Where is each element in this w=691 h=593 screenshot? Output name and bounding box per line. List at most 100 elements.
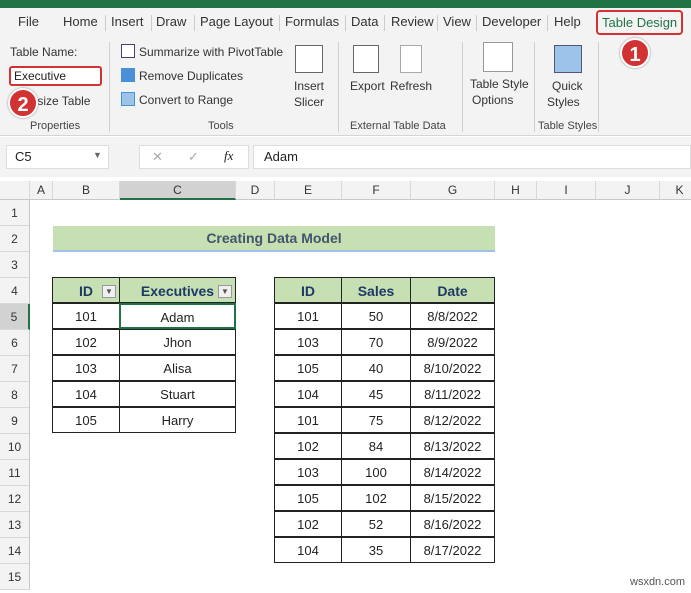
table1-cell[interactable]: 103 bbox=[52, 355, 120, 381]
tab-file[interactable]: File bbox=[18, 14, 39, 29]
table1-cell[interactable]: 101 bbox=[52, 303, 120, 329]
select-all[interactable] bbox=[0, 181, 30, 200]
table2-cell[interactable]: 105 bbox=[274, 355, 342, 381]
table2-cell[interactable]: 104 bbox=[274, 537, 342, 563]
summarize-pivot-button[interactable]: Summarize with PivotTable bbox=[139, 45, 283, 59]
table2-cell[interactable]: 8/9/2022 bbox=[410, 329, 495, 355]
quick-styles-label2[interactable]: Styles bbox=[547, 95, 580, 109]
row-header-10[interactable]: 10 bbox=[0, 434, 30, 460]
filter-dropdown-icon[interactable]: ▼ bbox=[102, 285, 116, 298]
remove-duplicates-button[interactable]: Remove Duplicates bbox=[139, 69, 243, 83]
table2-header[interactable]: Sales bbox=[341, 277, 411, 303]
column-header-d[interactable]: D bbox=[236, 181, 275, 200]
column-header-a[interactable]: A bbox=[30, 181, 53, 200]
tab-formulas[interactable]: Formulas bbox=[285, 14, 339, 29]
table2-cell[interactable]: 103 bbox=[274, 329, 342, 355]
table2-cell[interactable]: 8/15/2022 bbox=[410, 485, 495, 511]
table1-cell[interactable]: Adam bbox=[119, 303, 236, 329]
table2-cell[interactable]: 101 bbox=[274, 303, 342, 329]
table1-cell[interactable]: Jhon bbox=[119, 329, 236, 355]
row-header-2[interactable]: 2 bbox=[0, 226, 30, 252]
table1-cell[interactable]: 102 bbox=[52, 329, 120, 355]
table2-cell[interactable]: 75 bbox=[341, 407, 411, 433]
table2-cell[interactable]: 84 bbox=[341, 433, 411, 459]
column-header-f[interactable]: F bbox=[342, 181, 411, 200]
table2-cell[interactable]: 105 bbox=[274, 485, 342, 511]
row-header-15[interactable]: 15 bbox=[0, 564, 30, 590]
table2-cell[interactable]: 101 bbox=[274, 407, 342, 433]
table2-cell[interactable]: 8/14/2022 bbox=[410, 459, 495, 485]
cancel-icon[interactable]: ✕ bbox=[152, 149, 163, 165]
table1-cell[interactable]: 104 bbox=[52, 381, 120, 407]
tab-home[interactable]: Home bbox=[63, 14, 98, 29]
table1-cell[interactable]: Alisa bbox=[119, 355, 236, 381]
filter-dropdown-icon[interactable]: ▼ bbox=[218, 285, 232, 298]
refresh-button[interactable]: Refresh bbox=[390, 79, 432, 93]
table2-cell[interactable]: 102 bbox=[341, 485, 411, 511]
column-header-i[interactable]: I bbox=[537, 181, 596, 200]
table2-header[interactable]: ID bbox=[274, 277, 342, 303]
row-header-9[interactable]: 9 bbox=[0, 408, 30, 434]
row-header-3[interactable]: 3 bbox=[0, 252, 30, 278]
column-header-e[interactable]: E bbox=[275, 181, 342, 200]
column-header-h[interactable]: H bbox=[495, 181, 537, 200]
table2-cell[interactable]: 104 bbox=[274, 381, 342, 407]
table-style-options-label2[interactable]: Options bbox=[472, 93, 513, 107]
table2-header[interactable]: Date bbox=[410, 277, 495, 303]
tab-page-layout[interactable]: Page Layout bbox=[200, 14, 273, 29]
column-header-b[interactable]: B bbox=[53, 181, 120, 200]
tab-view[interactable]: View bbox=[443, 14, 471, 29]
table2-cell[interactable]: 52 bbox=[341, 511, 411, 537]
tab-insert[interactable]: Insert bbox=[111, 14, 144, 29]
table2-cell[interactable]: 100 bbox=[341, 459, 411, 485]
table1-header[interactable]: ID▼ bbox=[52, 277, 120, 303]
table1-header[interactable]: Executives▼ bbox=[119, 277, 236, 303]
table2-cell[interactable]: 40 bbox=[341, 355, 411, 381]
insert-slicer-label2[interactable]: Slicer bbox=[294, 95, 324, 109]
tab-review[interactable]: Review bbox=[391, 14, 434, 29]
table-style-options-label1[interactable]: Table Style bbox=[470, 77, 529, 91]
tab-data[interactable]: Data bbox=[351, 14, 378, 29]
column-header-k[interactable]: K bbox=[660, 181, 691, 200]
table2-cell[interactable]: 8/12/2022 bbox=[410, 407, 495, 433]
title-cell[interactable]: Creating Data Model bbox=[53, 226, 495, 252]
fx-icon[interactable]: fx bbox=[224, 148, 233, 164]
table2-cell[interactable]: 35 bbox=[341, 537, 411, 563]
quick-styles-label1[interactable]: Quick bbox=[552, 79, 583, 93]
row-header-13[interactable]: 13 bbox=[0, 512, 30, 538]
table2-cell[interactable]: 8/8/2022 bbox=[410, 303, 495, 329]
convert-to-range-button[interactable]: Convert to Range bbox=[139, 93, 233, 107]
row-header-5[interactable]: 5 bbox=[0, 304, 30, 330]
tab-draw[interactable]: Draw bbox=[156, 14, 186, 29]
table2-cell[interactable]: 8/17/2022 bbox=[410, 537, 495, 563]
table2-cell[interactable]: 70 bbox=[341, 329, 411, 355]
table2-cell[interactable]: 8/10/2022 bbox=[410, 355, 495, 381]
table2-cell[interactable]: 45 bbox=[341, 381, 411, 407]
formula-input[interactable]: Adam bbox=[253, 145, 691, 169]
table1-cell[interactable]: 105 bbox=[52, 407, 120, 433]
table2-cell[interactable]: 102 bbox=[274, 511, 342, 537]
chevron-down-icon[interactable]: ▼ bbox=[93, 150, 102, 160]
row-header-4[interactable]: 4 bbox=[0, 278, 30, 304]
enter-icon[interactable]: ✓ bbox=[188, 149, 199, 165]
table2-cell[interactable]: 50 bbox=[341, 303, 411, 329]
table2-cell[interactable]: 103 bbox=[274, 459, 342, 485]
table2-cell[interactable]: 8/13/2022 bbox=[410, 433, 495, 459]
insert-slicer-label1[interactable]: Insert bbox=[294, 79, 324, 93]
column-header-c[interactable]: C bbox=[120, 181, 236, 200]
column-header-g[interactable]: G bbox=[411, 181, 495, 200]
row-header-8[interactable]: 8 bbox=[0, 382, 30, 408]
tab-developer[interactable]: Developer bbox=[482, 14, 541, 29]
row-header-1[interactable]: 1 bbox=[0, 200, 30, 226]
table1-cell[interactable]: Stuart bbox=[119, 381, 236, 407]
export-button[interactable]: Export bbox=[350, 79, 385, 93]
tab-help[interactable]: Help bbox=[554, 14, 581, 29]
table2-cell[interactable]: 8/16/2022 bbox=[410, 511, 495, 537]
table1-cell[interactable]: Harry bbox=[119, 407, 236, 433]
tab-table-design[interactable]: Table Design bbox=[596, 10, 683, 35]
row-header-7[interactable]: 7 bbox=[0, 356, 30, 382]
column-header-j[interactable]: J bbox=[596, 181, 660, 200]
row-header-11[interactable]: 11 bbox=[0, 460, 30, 486]
table2-cell[interactable]: 102 bbox=[274, 433, 342, 459]
table-name-input[interactable]: Executive bbox=[9, 66, 102, 86]
